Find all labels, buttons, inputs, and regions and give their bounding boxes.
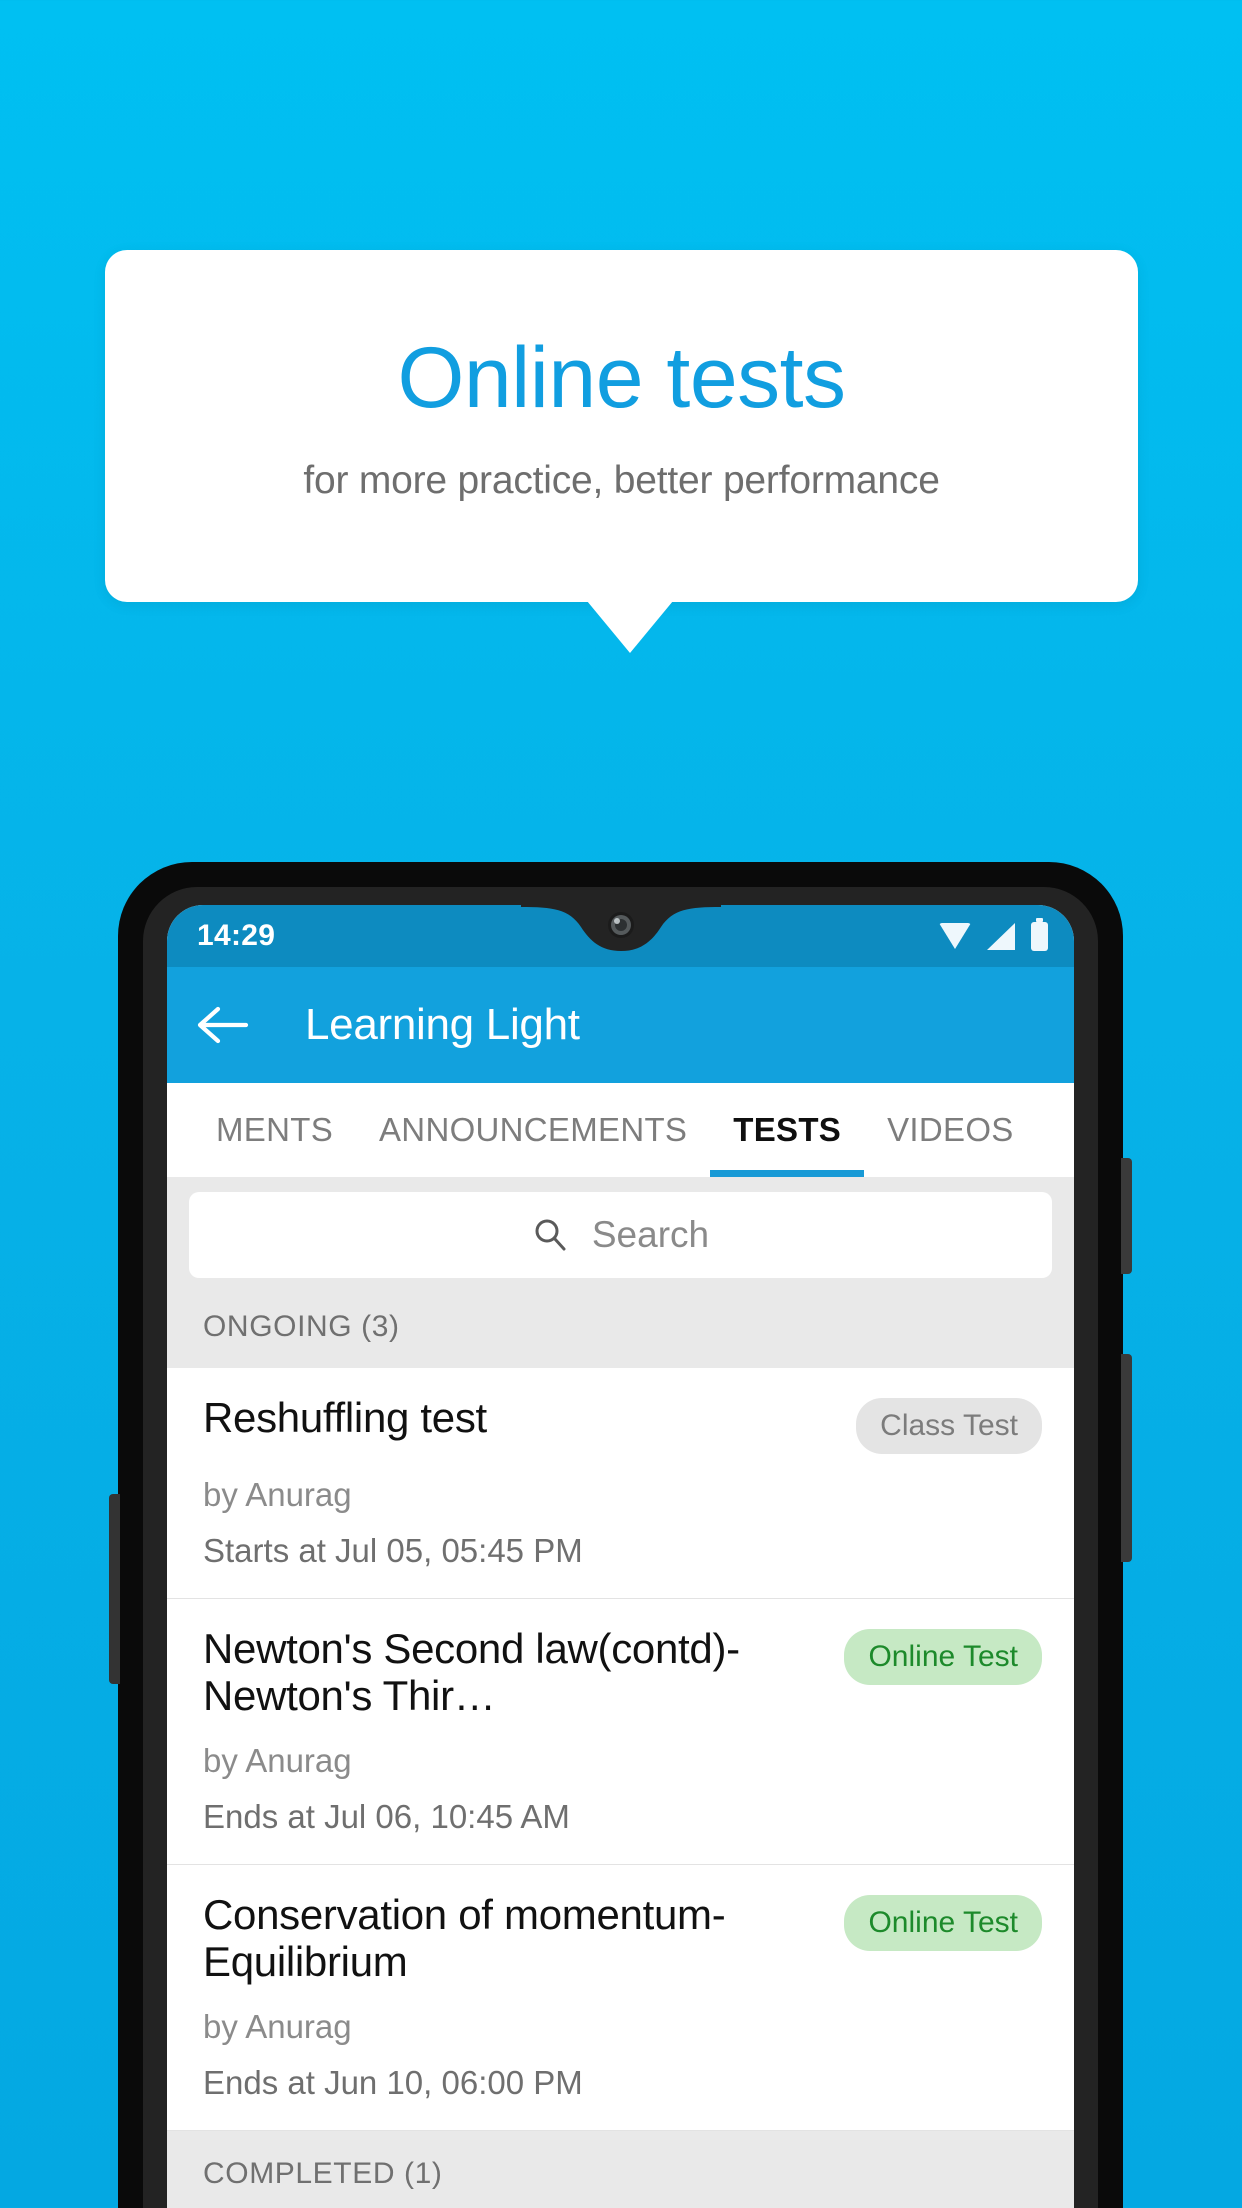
promo-title: Online tests (397, 330, 846, 426)
promo-callout-tail (587, 601, 673, 653)
tab-tests[interactable]: TESTS (710, 1083, 864, 1177)
wifi-icon (939, 923, 971, 949)
status-badge: Online Test (844, 1629, 1042, 1685)
test-time: Starts at Jul 05, 05:45 PM (203, 1532, 583, 1569)
phone-left-volume-button[interactable] (109, 1494, 120, 1684)
test-title: Conservation of momentum-Equilibrium (203, 1890, 726, 1986)
promo-callout-card: Online tests for more practice, better p… (105, 250, 1138, 602)
back-arrow-icon[interactable] (197, 999, 249, 1051)
tests-content: Search ONGOING (3) Reshuffling test Clas… (167, 1177, 1074, 2208)
test-author: by Anurag (203, 1476, 352, 1513)
test-author: by Anurag (203, 2007, 352, 2045)
status-bar-icons (939, 917, 1048, 951)
status-badge: Class Test (856, 1398, 1042, 1454)
phone-right-volume-button[interactable] (1121, 1354, 1132, 1562)
promo-subtitle: for more practice, better performance (303, 459, 940, 502)
tests-list: Reshuffling test Class Test by Anurag St… (167, 1368, 1074, 2131)
list-item-header: Newton's Second law(contd)-Newton's Thir… (203, 1625, 1042, 1720)
phone-mockup: 14:29 Learning Light MENTS ANNOUNCEMENTS… (109, 862, 1132, 2208)
tab-ments[interactable]: MENTS (193, 1083, 356, 1177)
search-input[interactable]: Search (189, 1192, 1052, 1278)
list-item-header: Conservation of momentum-Equilibrium Onl… (203, 1891, 1042, 1986)
list-item-header: Reshuffling test Class Test (203, 1394, 1042, 1454)
section-header-ongoing: ONGOING (3) (167, 1296, 1074, 1368)
tab-videos[interactable]: VIDEOS (864, 1083, 1037, 1177)
test-time: Ends at Jun 10, 06:00 PM (203, 2063, 583, 2101)
app-bar: Learning Light (167, 967, 1074, 1083)
test-title: Newton's Second law(contd)-Newton's Thir… (203, 1625, 740, 1720)
table-row[interactable]: Newton's Second law(contd)-Newton's Thir… (167, 1599, 1074, 1865)
table-row[interactable]: Reshuffling test Class Test by Anurag St… (167, 1368, 1074, 1599)
app-bar-title: Learning Light (305, 1000, 580, 1049)
test-author: by Anurag (203, 1741, 352, 1779)
table-row[interactable]: Conservation of momentum-Equilibrium Onl… (167, 1864, 1074, 2131)
test-title: Reshuffling test (203, 1394, 487, 1441)
tab-bar: MENTS ANNOUNCEMENTS TESTS VIDEOS (167, 1083, 1074, 1177)
section-header-completed: COMPLETED (1) (167, 2130, 1074, 2208)
phone-right-power-button[interactable] (1121, 1158, 1132, 1274)
signal-icon (987, 922, 1015, 950)
search-container: Search (167, 1177, 1074, 1296)
test-time: Ends at Jul 06, 10:45 AM (203, 1797, 570, 1835)
search-icon (535, 1219, 566, 1251)
search-placeholder: Search (591, 1214, 710, 1255)
tab-announcements[interactable]: ANNOUNCEMENTS (356, 1083, 710, 1177)
phone-screen: 14:29 Learning Light MENTS ANNOUNCEMENTS… (167, 905, 1074, 2208)
battery-icon (1031, 917, 1048, 951)
status-bar-clock: 14:29 (197, 919, 276, 952)
status-badge: Online Test (844, 1894, 1042, 1951)
status-bar: 14:29 (167, 905, 1074, 967)
